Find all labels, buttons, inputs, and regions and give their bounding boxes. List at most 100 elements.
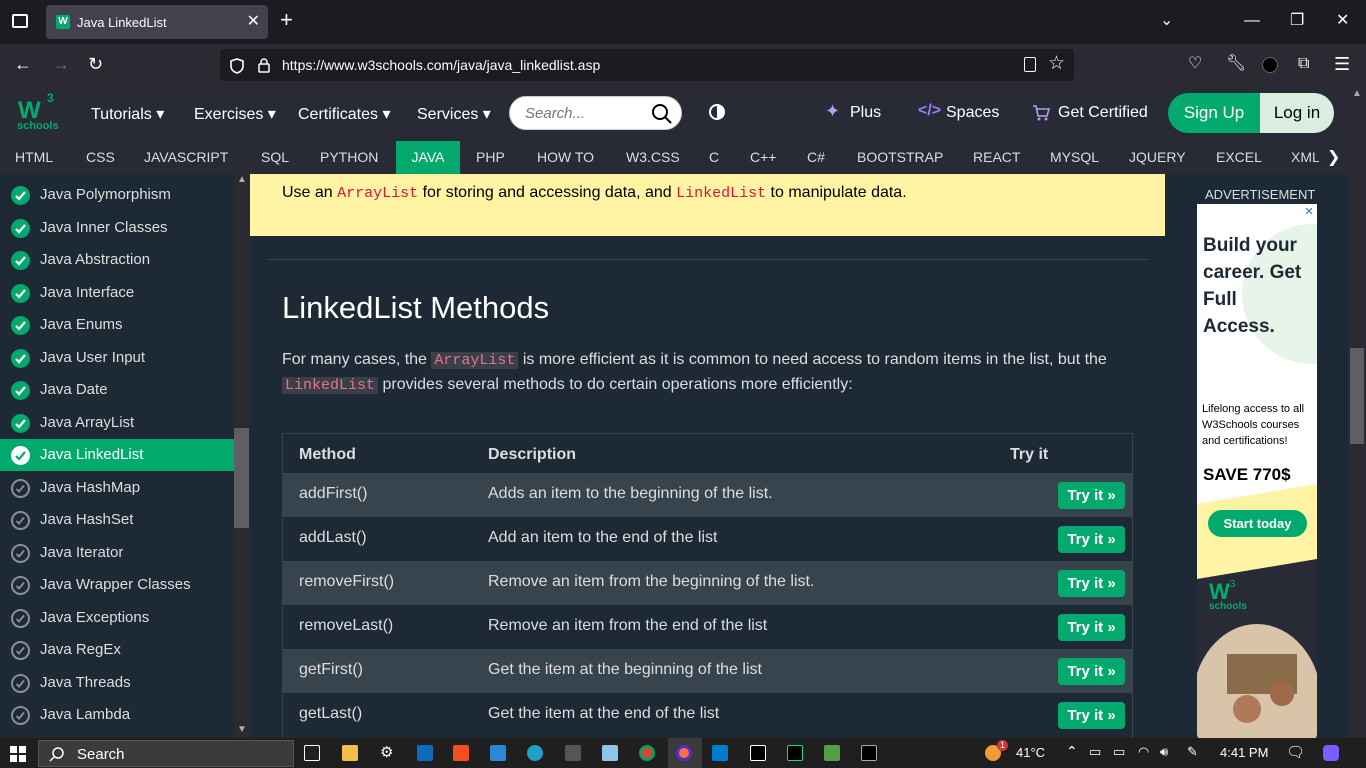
sign-up-button[interactable]: Sign Up — [1168, 93, 1260, 133]
minimize-icon[interactable]: — — [1244, 12, 1260, 30]
windows-start-icon[interactable] — [10, 746, 26, 762]
try-it-button[interactable]: Try it » — [1058, 702, 1125, 729]
scroll-down-icon[interactable]: ▼ — [237, 724, 247, 735]
topic-cpp[interactable]: C++ — [750, 141, 776, 174]
forward-icon[interactable]: → — [52, 54, 70, 74]
task-view-icon[interactable] — [304, 745, 320, 761]
topic-xml[interactable]: XML — [1291, 141, 1319, 174]
app-menu-icon[interactable]: ☰ — [1334, 54, 1350, 74]
sidebar-item[interactable]: Java Date — [0, 374, 234, 406]
sidebar-item[interactable]: Java RegEx — [0, 634, 234, 666]
pocket-icon[interactable]: ♡ — [1188, 54, 1202, 74]
sidebar-item[interactable]: Java Abstraction — [0, 244, 234, 276]
menu-services[interactable]: Services ▾ — [417, 104, 491, 124]
tab-overflow-chevron-icon[interactable]: ⌄ — [1160, 12, 1173, 30]
sidebar-item[interactable]: Java Exceptions — [0, 602, 234, 634]
topic-w3css[interactable]: W3.CSS — [626, 141, 680, 174]
firefox-icon[interactable] — [676, 745, 692, 761]
log-in-button[interactable]: Log in — [1260, 93, 1334, 133]
notepad-icon[interactable] — [602, 745, 618, 761]
w3schools-logo[interactable]: W 3 schools — [16, 91, 59, 135]
address-bar[interactable]: https://www.w3schools.com/java/java_link… — [220, 49, 1074, 81]
scroll-up-icon[interactable]: ▲ — [237, 174, 247, 185]
topic-c[interactable]: C — [709, 141, 719, 174]
url-text[interactable]: https://www.w3schools.com/java/java_link… — [282, 57, 600, 73]
tab-list-icon[interactable] — [12, 14, 28, 28]
notifications-icon[interactable]: 🗨︎ — [1286, 743, 1305, 761]
sidebar-item[interactable]: Java Enums — [0, 309, 234, 341]
search-input[interactable]: Search... — [525, 105, 585, 122]
restore-icon[interactable]: ❐ — [1290, 12, 1304, 30]
vscode-icon[interactable] — [712, 745, 728, 761]
sidebar-item[interactable]: Java Threads — [0, 667, 234, 699]
tray-chevron-icon[interactable]: ⌃ — [1066, 743, 1078, 760]
search-icon[interactable] — [651, 103, 673, 125]
menu-certificates[interactable]: Certificates ▾ — [298, 104, 391, 124]
topic-scroll-right-icon[interactable]: ❯ — [1327, 141, 1340, 174]
tracking-protection-shield-icon[interactable] — [230, 58, 244, 74]
ad-start-today-button[interactable]: Start today — [1208, 510, 1307, 537]
page-scroll-thumb[interactable] — [1350, 348, 1364, 444]
plus-link[interactable]: Plus — [850, 104, 881, 122]
try-it-button[interactable]: Try it » — [1058, 482, 1125, 509]
intellij-icon[interactable] — [750, 745, 766, 761]
clock-time[interactable]: 4:41 PM — [1220, 745, 1268, 760]
ad-banner[interactable]: ✕ Build your career. Get Full Access. Li… — [1197, 204, 1317, 738]
dark-mode-toggle-icon[interactable] — [709, 104, 725, 120]
wrench-icon[interactable]: 🔧︎ — [1226, 54, 1246, 74]
topic-html[interactable]: HTML — [15, 141, 53, 174]
volume-icon[interactable]: 🔊︎ — [1160, 744, 1168, 760]
terminal-icon[interactable] — [861, 745, 877, 761]
topic-excel[interactable]: EXCEL — [1216, 141, 1262, 174]
settings-gear-icon[interactable]: ⚙ — [380, 745, 396, 761]
chrome-icon[interactable] — [639, 745, 655, 761]
topic-howto[interactable]: HOW TO — [537, 141, 594, 174]
try-it-button[interactable]: Try it » — [1058, 614, 1125, 641]
sidebar-item[interactable]: Java Polymorphism — [0, 179, 234, 211]
edge-icon[interactable] — [527, 745, 543, 761]
lock-icon[interactable] — [258, 57, 270, 73]
outlook-icon[interactable] — [417, 745, 433, 761]
battery-icon[interactable]: ▭ — [1113, 744, 1125, 760]
file-explorer-icon[interactable] — [342, 745, 358, 761]
calculator-icon[interactable] — [565, 745, 581, 761]
sidebar-item[interactable]: Java Wrapper Classes — [0, 569, 234, 601]
sidebar-item[interactable]: Java LinkedList — [0, 439, 234, 471]
topic-java[interactable]: JAVA — [396, 141, 460, 174]
menu-tutorials[interactable]: Tutorials ▾ — [91, 104, 164, 124]
sidebar-item[interactable]: Java ArrayList — [0, 407, 234, 439]
taskbar-search[interactable]: Search — [38, 740, 294, 767]
reader-view-icon[interactable] — [1024, 57, 1036, 72]
sidebar-item[interactable]: Java Inner Classes — [0, 212, 234, 244]
close-tab-icon[interactable]: ✕ — [247, 11, 260, 31]
sidebar-item[interactable]: Java Iterator — [0, 537, 234, 569]
topic-csharp[interactable]: C# — [807, 141, 825, 174]
sidebar-item[interactable]: Java User Input — [0, 342, 234, 374]
weather-temp[interactable]: 41°C — [1016, 745, 1045, 760]
topic-css[interactable]: CSS — [86, 141, 115, 174]
copilot-icon[interactable] — [1323, 745, 1339, 761]
pycharm-icon[interactable] — [787, 745, 803, 761]
site-search-box[interactable]: Search... — [509, 96, 682, 130]
try-it-button[interactable]: Try it » — [1058, 658, 1125, 685]
sidebar-scroll-thumb[interactable] — [234, 428, 249, 528]
ad-close-icon[interactable]: ✕ — [1303, 206, 1315, 218]
topic-php[interactable]: PHP — [476, 141, 505, 174]
browser-tab[interactable]: W Java LinkedList ✕ — [46, 5, 268, 39]
pen-icon[interactable]: ✎ — [1187, 744, 1198, 760]
page-scroll-up-icon[interactable]: ▲ — [1352, 88, 1362, 99]
back-icon[interactable]: ← — [14, 54, 32, 74]
mail-icon[interactable] — [490, 745, 506, 761]
sidebar-item[interactable]: Java HashSet — [0, 504, 234, 536]
nodejs-icon[interactable] — [824, 745, 840, 761]
get-certified-link[interactable]: Get Certified — [1058, 104, 1148, 122]
try-it-button[interactable]: Try it » — [1058, 526, 1125, 553]
taskbar-search-label[interactable]: Search — [77, 746, 125, 763]
reload-icon[interactable]: ↻ — [88, 54, 103, 74]
topic-sql[interactable]: SQL — [261, 141, 289, 174]
new-tab-icon[interactable]: + — [280, 9, 293, 31]
extensions-puzzle-icon[interactable]: ⧉ — [1298, 54, 1309, 74]
topic-jquery[interactable]: JQUERY — [1129, 141, 1186, 174]
close-window-icon[interactable]: ✕ — [1336, 12, 1349, 30]
wifi-icon[interactable]: ◠ — [1138, 744, 1149, 760]
